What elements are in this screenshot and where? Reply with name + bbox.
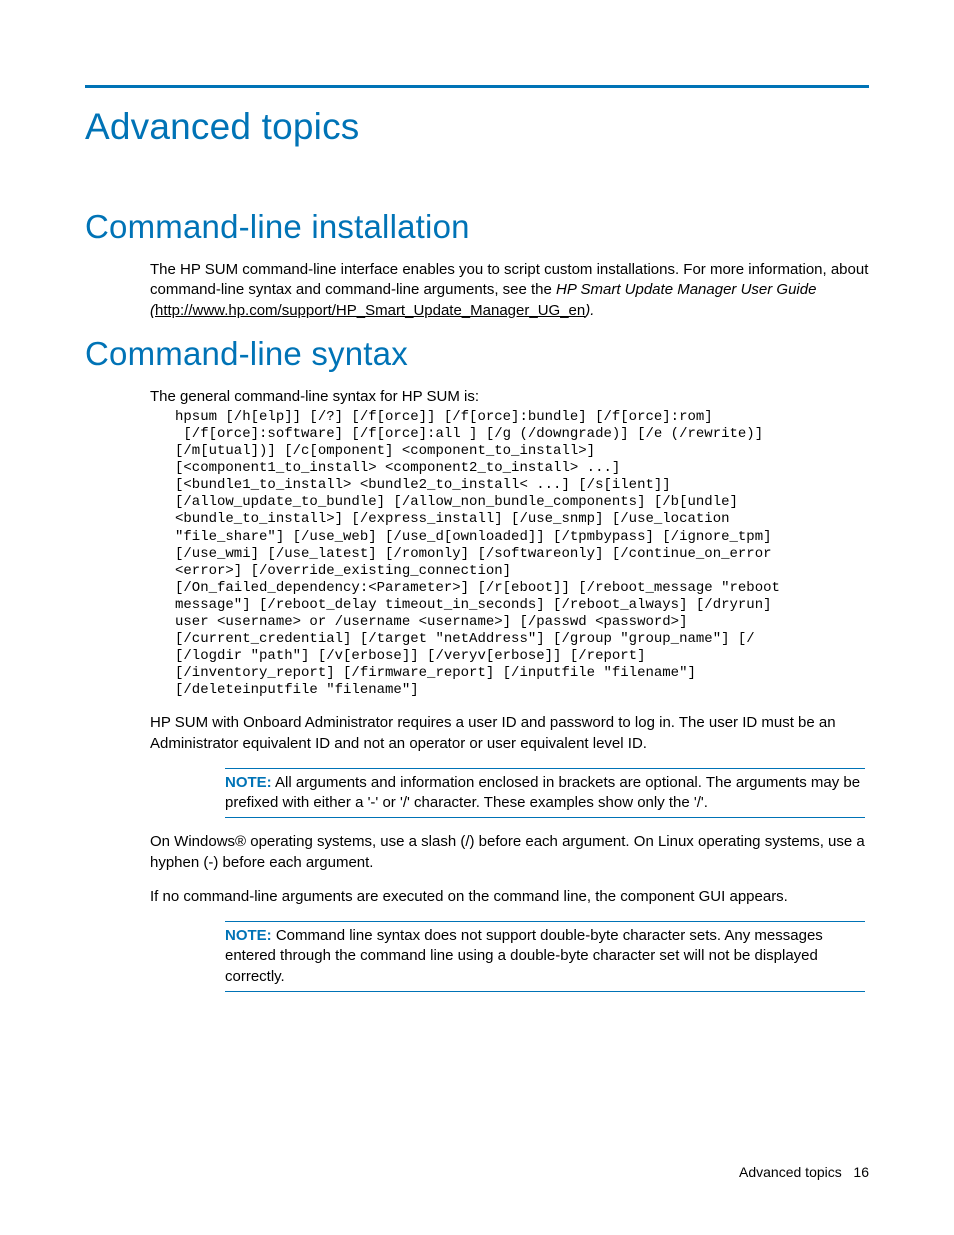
intro-close: ). xyxy=(585,302,594,319)
note-text-2: Command line syntax does not support dou… xyxy=(225,927,823,985)
section2-body: The general command-line syntax for HP S… xyxy=(150,387,869,992)
section-heading-syntax: Command-line syntax xyxy=(85,335,869,373)
manual-link[interactable]: http://www.hp.com/support/HP_Smart_Updat… xyxy=(155,302,585,319)
note-label-1: NOTE: xyxy=(225,774,272,791)
note-box-1: NOTE: All arguments and information encl… xyxy=(225,768,865,819)
note-text-1: All arguments and information enclosed i… xyxy=(225,774,860,811)
top-rule xyxy=(85,85,869,88)
syntax-lead: The general command-line syntax for HP S… xyxy=(150,387,869,407)
footer-label: Advanced topics xyxy=(739,1164,842,1180)
gui-paragraph: If no command-line arguments are execute… xyxy=(150,887,869,907)
section1-body: The HP SUM command-line interface enable… xyxy=(150,260,869,321)
note-1: NOTE: All arguments and information encl… xyxy=(225,773,865,814)
admin-paragraph: HP SUM with Onboard Administrator requir… xyxy=(150,713,869,754)
footer-page-number: 16 xyxy=(853,1164,869,1180)
section-heading-installation: Command-line installation xyxy=(85,208,869,246)
page-footer: Advanced topics 16 xyxy=(739,1164,869,1180)
page-content: Advanced topics Command-line installatio… xyxy=(0,0,954,1056)
intro-paragraph: The HP SUM command-line interface enable… xyxy=(150,260,869,321)
page-title: Advanced topics xyxy=(85,106,869,148)
note-label-2: NOTE: xyxy=(225,927,272,944)
syntax-code: hpsum [/h[elp]] [/?] [/f[orce]] [/f[orce… xyxy=(175,409,869,699)
note-box-2: NOTE: Command line syntax does not suppo… xyxy=(225,921,865,992)
note-2: NOTE: Command line syntax does not suppo… xyxy=(225,926,865,987)
os-paragraph: On Windows® operating systems, use a sla… xyxy=(150,832,869,873)
